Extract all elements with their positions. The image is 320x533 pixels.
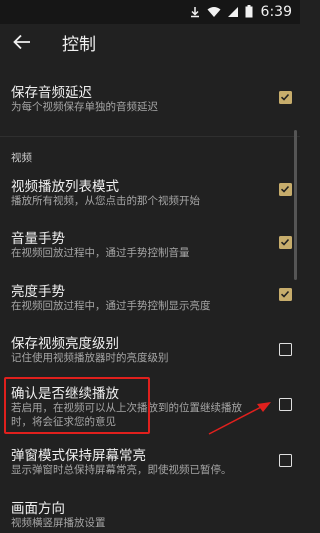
video-playlist-mode-checkbox[interactable] — [279, 183, 292, 196]
volume-gesture-checkbox[interactable] — [279, 236, 292, 249]
setting-title: 弹窗模式保持屏幕常亮 — [11, 448, 146, 464]
setting-summary: 在视频回放过程中，通过手势控制显示亮度 — [11, 300, 211, 312]
setting-volume-gesture[interactable]: 音量手势 在视频回放过程中，通过手势控制音量 — [0, 222, 300, 264]
annotation-highlight-box — [4, 377, 150, 434]
setting-title: 画面方向 — [11, 501, 65, 517]
setting-summary: 为每个视频保存单独的音频延迟 — [11, 101, 158, 113]
popup-keep-screen-on-checkbox[interactable] — [279, 454, 292, 467]
setting-brightness-gesture[interactable]: 亮度手势 在视频回放过程中，通过手势控制显示亮度 — [0, 275, 300, 317]
scrollbar[interactable] — [294, 130, 297, 280]
setting-summary: 显示弹窗时总保持屏幕常亮，即使视频已暂停。 — [11, 464, 232, 476]
category-video-header: 视频 — [11, 152, 32, 164]
setting-summary: 在视频回放过程中，通过手势控制音量 — [11, 247, 190, 259]
setting-title: 保存视频亮度级别 — [11, 336, 119, 352]
status-icons: 6:39 — [189, 0, 292, 24]
setting-save-audio-delay[interactable]: 保存音频延迟 为每个视频保存单独的音频延迟 — [0, 76, 300, 118]
setting-summary: 视频横竖屏播放设置 — [11, 517, 106, 529]
status-time: 6:39 — [260, 4, 292, 20]
page-title: 控制 — [62, 35, 96, 55]
annotation-arrow — [208, 402, 271, 435]
setting-save-brightness-level[interactable]: 保存视频亮度级别 记住使用视频播放器时的亮度级别 — [0, 327, 300, 369]
download-icon — [189, 3, 201, 22]
setting-screen-orientation[interactable]: 画面方向 视频横竖屏播放设置 — [0, 492, 300, 533]
setting-popup-keep-screen-on[interactable]: 弹窗模式保持屏幕常亮 显示弹窗时总保持屏幕常亮，即使视频已暂停。 — [0, 439, 300, 481]
app-bar: 控制 — [0, 24, 300, 58]
save-audio-delay-checkbox[interactable] — [279, 91, 292, 104]
wifi-icon — [207, 3, 221, 22]
setting-title: 视频播放列表模式 — [11, 179, 119, 195]
divider — [0, 136, 300, 137]
status-bar: 6:39 — [0, 0, 300, 24]
signal-icon — [227, 3, 239, 22]
back-button[interactable] — [10, 30, 34, 54]
arrow-back-icon — [13, 34, 30, 50]
setting-summary: 记住使用视频播放器时的亮度级别 — [11, 352, 169, 364]
setting-title: 保存音频延迟 — [11, 85, 92, 101]
save-brightness-level-checkbox[interactable] — [279, 343, 292, 356]
setting-video-playlist-mode[interactable]: 视频播放列表模式 播放所有视频，从您点击的那个视频开始 — [0, 170, 300, 212]
setting-title: 音量手势 — [11, 231, 65, 247]
setting-title: 亮度手势 — [11, 284, 65, 300]
confirm-resume-checkbox[interactable] — [279, 398, 292, 411]
battery-icon — [245, 3, 253, 22]
setting-summary: 播放所有视频，从您点击的那个视频开始 — [11, 195, 200, 207]
brightness-gesture-checkbox[interactable] — [279, 288, 292, 301]
